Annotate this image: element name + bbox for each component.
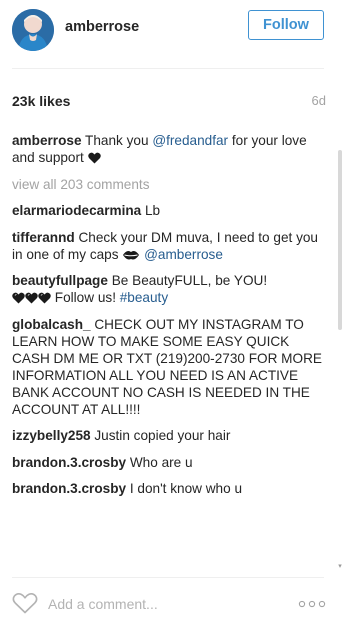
kiss-lips-emoji-icon — [123, 250, 140, 259]
likes-count[interactable]: 23k likes — [12, 93, 70, 109]
comment-text: Thank you — [85, 133, 153, 148]
avatar-image — [12, 9, 54, 51]
comment-author[interactable]: tifferannd — [12, 230, 75, 245]
comment-author[interactable]: globalcash_ — [12, 317, 91, 332]
footer-divider — [12, 577, 324, 578]
comment-item: beautyfullpage Be BeautyFULL, be YOU! Fo… — [12, 272, 330, 306]
heart-emoji-icon — [38, 292, 51, 304]
comments-scrollbar[interactable]: ▾ — [337, 130, 343, 570]
post-header: amberrose Follow — [0, 0, 343, 62]
view-all-comments-link[interactable]: view all 203 comments — [12, 176, 330, 193]
black-heart-emoji-icon — [87, 152, 101, 164]
comment-item: globalcash_ CHECK OUT MY INSTAGRAM TO LE… — [12, 316, 330, 418]
comment-text: Follow us! — [51, 290, 120, 305]
comment-list: amberrose Thank you @fredandfar for your… — [12, 132, 330, 507]
comment-author[interactable]: brandon.3.crosby — [12, 455, 126, 470]
comment-item: elarmariodecarmina Lb — [12, 202, 330, 219]
more-options-icon[interactable] — [298, 600, 326, 608]
add-comment-input[interactable] — [48, 594, 268, 614]
comment-item: brandon.3.crosby Who are u — [12, 454, 330, 471]
heart-emoji-icon — [12, 292, 25, 304]
header-divider — [12, 68, 324, 69]
heart-emoji-row — [12, 290, 51, 305]
comment-text: Lb — [145, 203, 161, 218]
comment-text: Who are u — [129, 454, 193, 470]
comment-author[interactable]: brandon.3.crosby — [12, 481, 126, 496]
follow-button[interactable]: Follow — [248, 10, 324, 40]
comment-item: izzybelly258 Justin copied your hair — [12, 427, 330, 444]
post-username[interactable]: amberrose — [65, 19, 139, 35]
comment-author[interactable]: beautyfullpage — [12, 273, 108, 288]
heart-emoji-icon — [25, 292, 38, 304]
comment-author[interactable]: amberrose — [12, 133, 82, 148]
heart-outline-icon[interactable] — [12, 592, 38, 614]
scrollbar-thumb[interactable] — [338, 150, 342, 330]
hashtag-link[interactable]: #beauty — [120, 290, 168, 305]
comment-text: Be BeautyFULL, be YOU! — [111, 273, 268, 288]
comment-author[interactable]: izzybelly258 — [12, 428, 91, 443]
comment-item: tifferannd Check your DM muva, I need to… — [12, 229, 330, 263]
scroll-down-arrow-icon[interactable]: ▾ — [337, 563, 343, 570]
comment-item: brandon.3.crosby I don't know who u — [12, 480, 330, 497]
post-age: 6d — [311, 93, 326, 108]
mention-link[interactable]: @amberrose — [144, 247, 223, 262]
comment-author[interactable]: elarmariodecarmina — [12, 203, 141, 218]
mention-link[interactable]: @fredandfar — [152, 133, 228, 148]
comment-text: Justin copied your hair — [94, 428, 231, 443]
comment-text: I don't know who u — [129, 481, 243, 496]
caption: amberrose Thank you @fredandfar for your… — [12, 132, 330, 166]
avatar[interactable] — [12, 9, 54, 51]
